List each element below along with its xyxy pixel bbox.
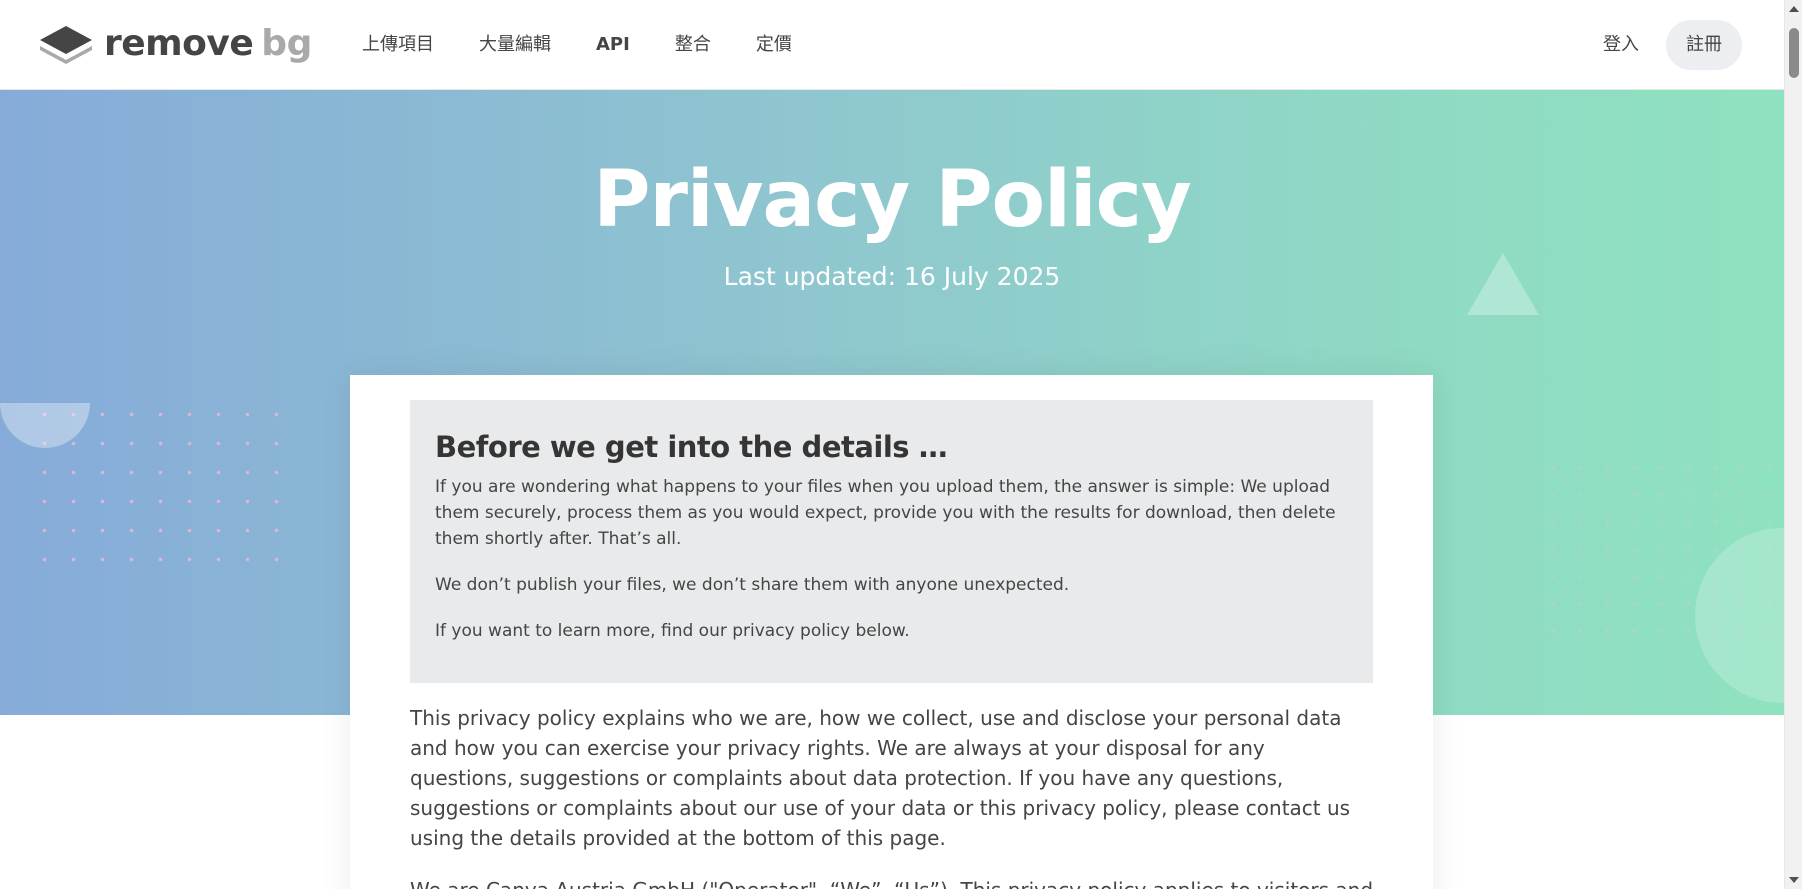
nav-upload[interactable]: 上傳項目 [362,0,434,90]
summary-box: Before we get into the details … If you … [410,400,1373,683]
nav-pricing[interactable]: 定價 [756,0,792,90]
summary-paragraph: We don’t publish your files, we don’t sh… [435,575,1070,595]
summary-paragraph: If you want to learn more, find our priv… [435,621,910,641]
policy-intro-paragraph: This privacy policy explains who we are,… [410,706,1351,850]
scroll-up-arrow-icon[interactable] [1789,6,1799,12]
vertical-scrollbar[interactable] [1784,0,1802,889]
last-updated-date: Last updated: 16 July 2025 [723,262,1061,291]
main-nav: 上傳項目 大量編輯 API 整合 定價 [362,0,837,90]
page: remove bg 上傳項目 大量編輯 API 整合 定價 登入 註冊 Priva… [0,0,1802,889]
nav-integrations[interactable]: 整合 [675,0,711,90]
login-link[interactable]: 登入 [1603,0,1639,90]
signup-button[interactable]: 註冊 [1666,20,1742,70]
scroll-thumb[interactable] [1789,28,1799,78]
logo-wordmark: remove bg [104,22,312,66]
scroll-down-arrow-icon[interactable] [1789,877,1799,883]
nav-api[interactable]: API [596,0,630,90]
logo-word-bg: bg [261,23,312,64]
top-navigation-bar: remove bg 上傳項目 大量編輯 API 整合 定價 登入 註冊 [0,0,1784,90]
summary-paragraph: If you are wondering what happens to you… [435,477,1336,549]
summary-title: Before we get into the details … [435,430,948,464]
logo-layers-icon [40,26,92,64]
removebg-logo[interactable]: remove bg [38,22,312,66]
page-title: Privacy Policy [593,155,1191,245]
policy-operator-paragraph: We are Canva Austria GmbH ("Operator", “… [410,875,1373,889]
logo-word-remove: remove [104,23,254,64]
nav-bulk-editing[interactable]: 大量編輯 [479,0,551,90]
policy-content-card: Before we get into the details … If you … [350,375,1433,889]
